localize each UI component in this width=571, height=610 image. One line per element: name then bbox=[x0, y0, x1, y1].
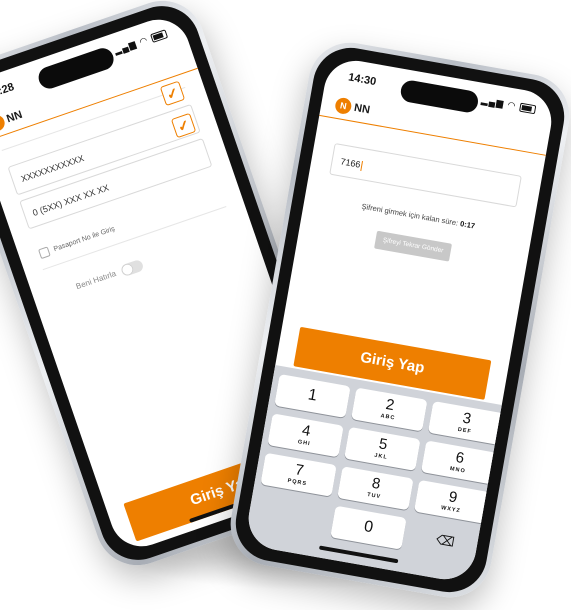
key-0[interactable]: 0 bbox=[330, 505, 407, 550]
otp-screen: 14:30 ▂▄▆ ◠ N NN 7166 Şifreni girmek için… bbox=[243, 55, 557, 585]
status-icons: ▂▄▆ ◠ bbox=[113, 28, 169, 56]
resend-code-button[interactable]: Şifreyi Tekrar Gönder bbox=[374, 230, 453, 262]
numeric-keypad: 1 2 ABC 3 DEF 4 GHI 5 JKL 6 MNO 7 PQRS 8 TUV 9W… bbox=[243, 365, 505, 585]
otp-value: 7166 bbox=[339, 156, 362, 170]
passport-label: Pasaport No ile Giriş bbox=[52, 225, 116, 254]
remember-toggle[interactable] bbox=[119, 258, 145, 278]
product-mockup-scene: 14:28 ▂▄▆ ◠ NNN ✓ XXXXXXXXXXX ✓ 0 (5XX) … bbox=[0, 0, 571, 610]
key-9[interactable]: 9 WXYZ bbox=[413, 479, 491, 524]
key-2[interactable]: 2 ABC bbox=[351, 387, 428, 432]
timer-label: Şifreni girmek için kalan süre: bbox=[360, 201, 459, 228]
phone-bezel: 14:30 ▂▄▆ ◠ N NN 7166 Şifreni girmek için… bbox=[229, 41, 571, 599]
key-3[interactable]: 3 DEF bbox=[427, 401, 505, 446]
remember-me-row: Beni Hatırla bbox=[74, 258, 145, 293]
status-time: 14:30 bbox=[347, 71, 378, 89]
passport-checkbox[interactable] bbox=[38, 246, 51, 260]
text-caret bbox=[360, 160, 364, 171]
key-1[interactable]: 1 bbox=[274, 373, 351, 418]
key-4[interactable]: 4 GHI bbox=[267, 413, 344, 458]
brand-name: NN bbox=[4, 108, 24, 126]
signal-icon: ▂▄▆ bbox=[480, 94, 506, 109]
timer-value: 0:17 bbox=[459, 219, 476, 231]
key-7[interactable]: 7 PQRS bbox=[260, 452, 337, 497]
otp-input[interactable]: 7166 bbox=[329, 142, 522, 208]
key-8[interactable]: 8 TUV bbox=[337, 466, 414, 511]
battery-icon bbox=[150, 29, 169, 44]
nn-logo-icon: N bbox=[334, 96, 353, 115]
wifi-icon: ◠ bbox=[506, 99, 518, 111]
remember-label: Beni Hatırla bbox=[74, 268, 118, 292]
wifi-icon: ◠ bbox=[138, 34, 150, 47]
key-5[interactable]: 5 JKL bbox=[344, 426, 421, 471]
passport-login-option[interactable]: Pasaport No ile Giriş bbox=[38, 224, 116, 260]
otp-phone: 14:30 ▂▄▆ ◠ N NN 7166 Şifreni girmek için… bbox=[223, 36, 571, 604]
id-check-icon: ✓ bbox=[159, 80, 186, 107]
signal-icon: ▂▄▆ bbox=[112, 38, 138, 56]
status-time: 14:28 bbox=[0, 80, 16, 102]
key-6[interactable]: 6 MNO bbox=[420, 440, 498, 485]
backspace-icon[interactable]: ⌫ bbox=[407, 519, 483, 563]
brand-name: NN bbox=[353, 101, 371, 117]
status-icons: ▂▄▆ ◠ bbox=[480, 94, 537, 115]
battery-icon bbox=[518, 102, 537, 115]
